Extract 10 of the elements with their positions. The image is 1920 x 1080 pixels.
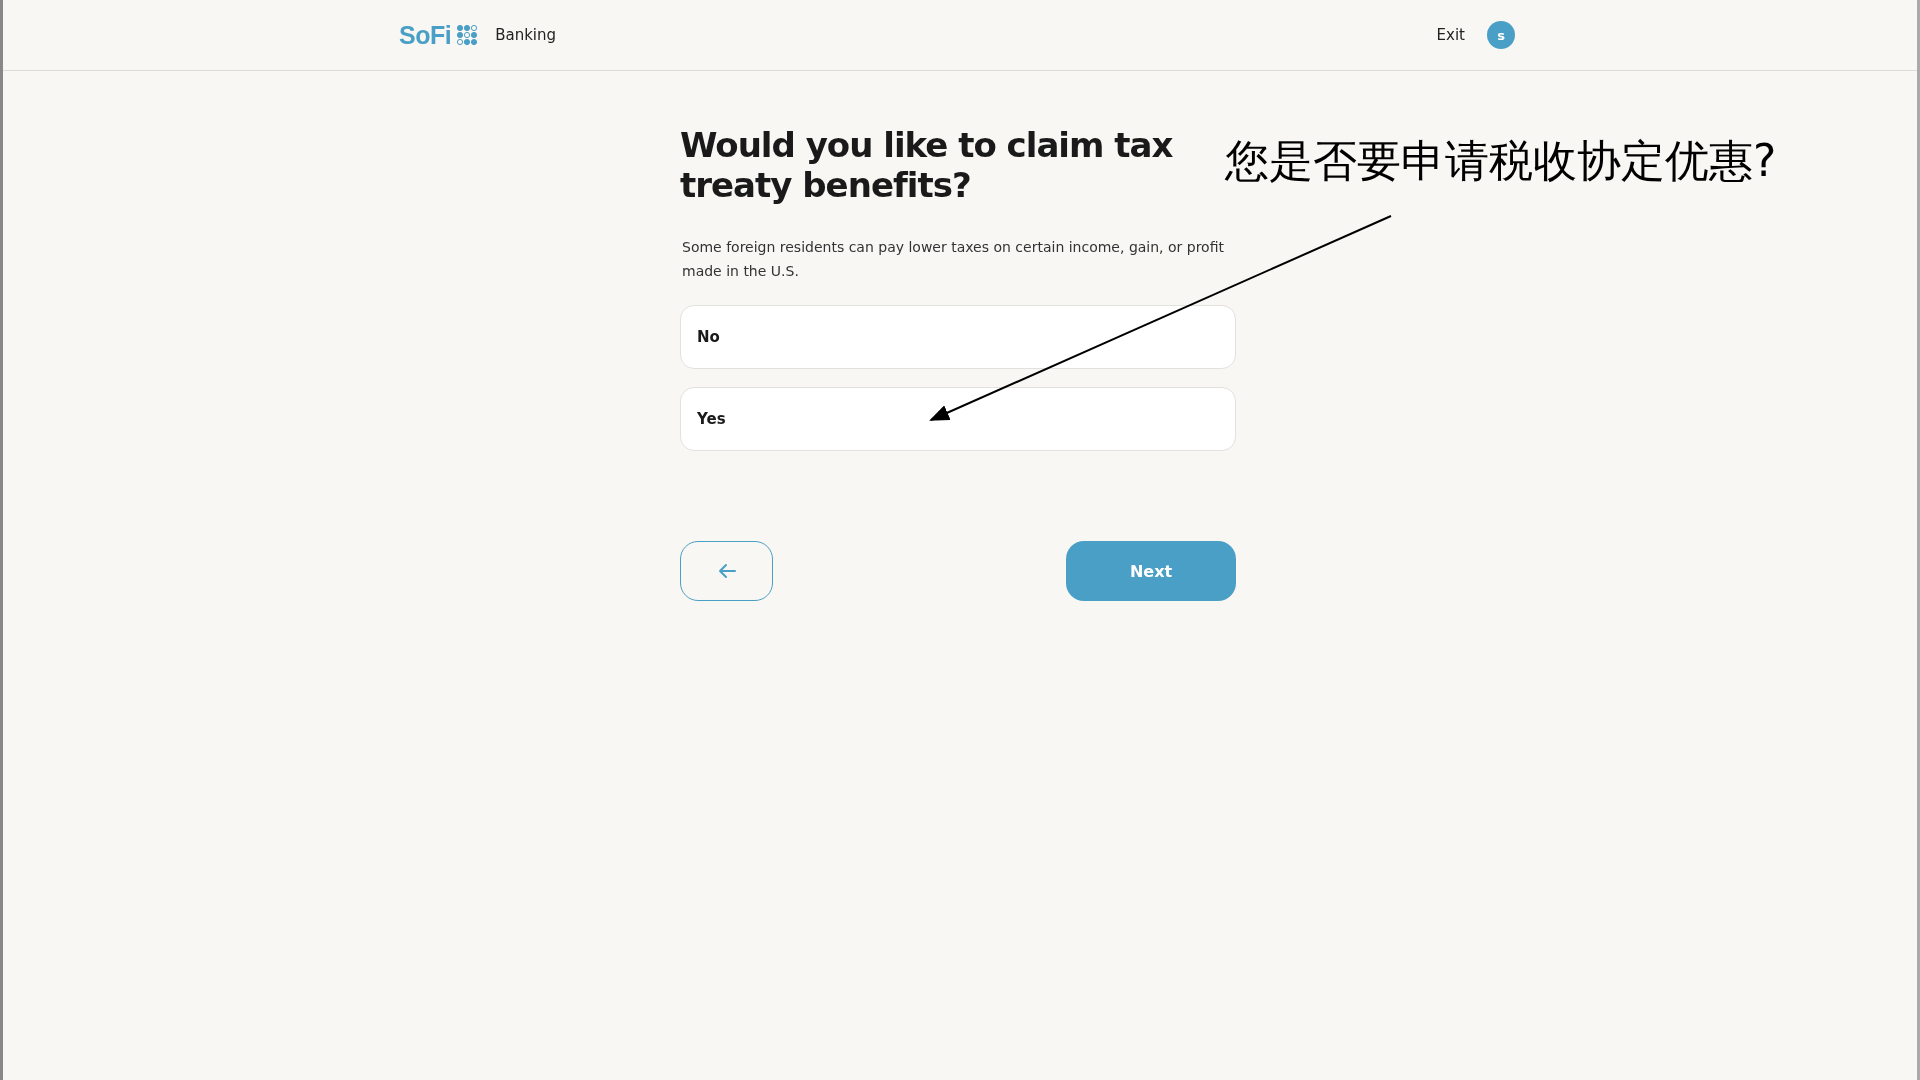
answer-option[interactable]: Yes — [680, 387, 1236, 451]
question-description: Some foreign residents can pay lower taxes on certain income, gain, or profit made in the U.S. — [682, 238, 1225, 281]
back-button[interactable] — [680, 541, 773, 601]
annotation-text: 您是否要申请税收协定优惠? — [1225, 134, 1777, 188]
back-arrow-icon — [716, 563, 737, 579]
question-title: Would you like to claim tax treaty benefits? — [680, 125, 1174, 205]
logo-dots-icon — [457, 25, 478, 45]
answer-option[interactable]: No — [680, 305, 1236, 369]
product-name: Banking — [495, 26, 557, 44]
exit-link[interactable]: Exit — [1436, 26, 1465, 44]
